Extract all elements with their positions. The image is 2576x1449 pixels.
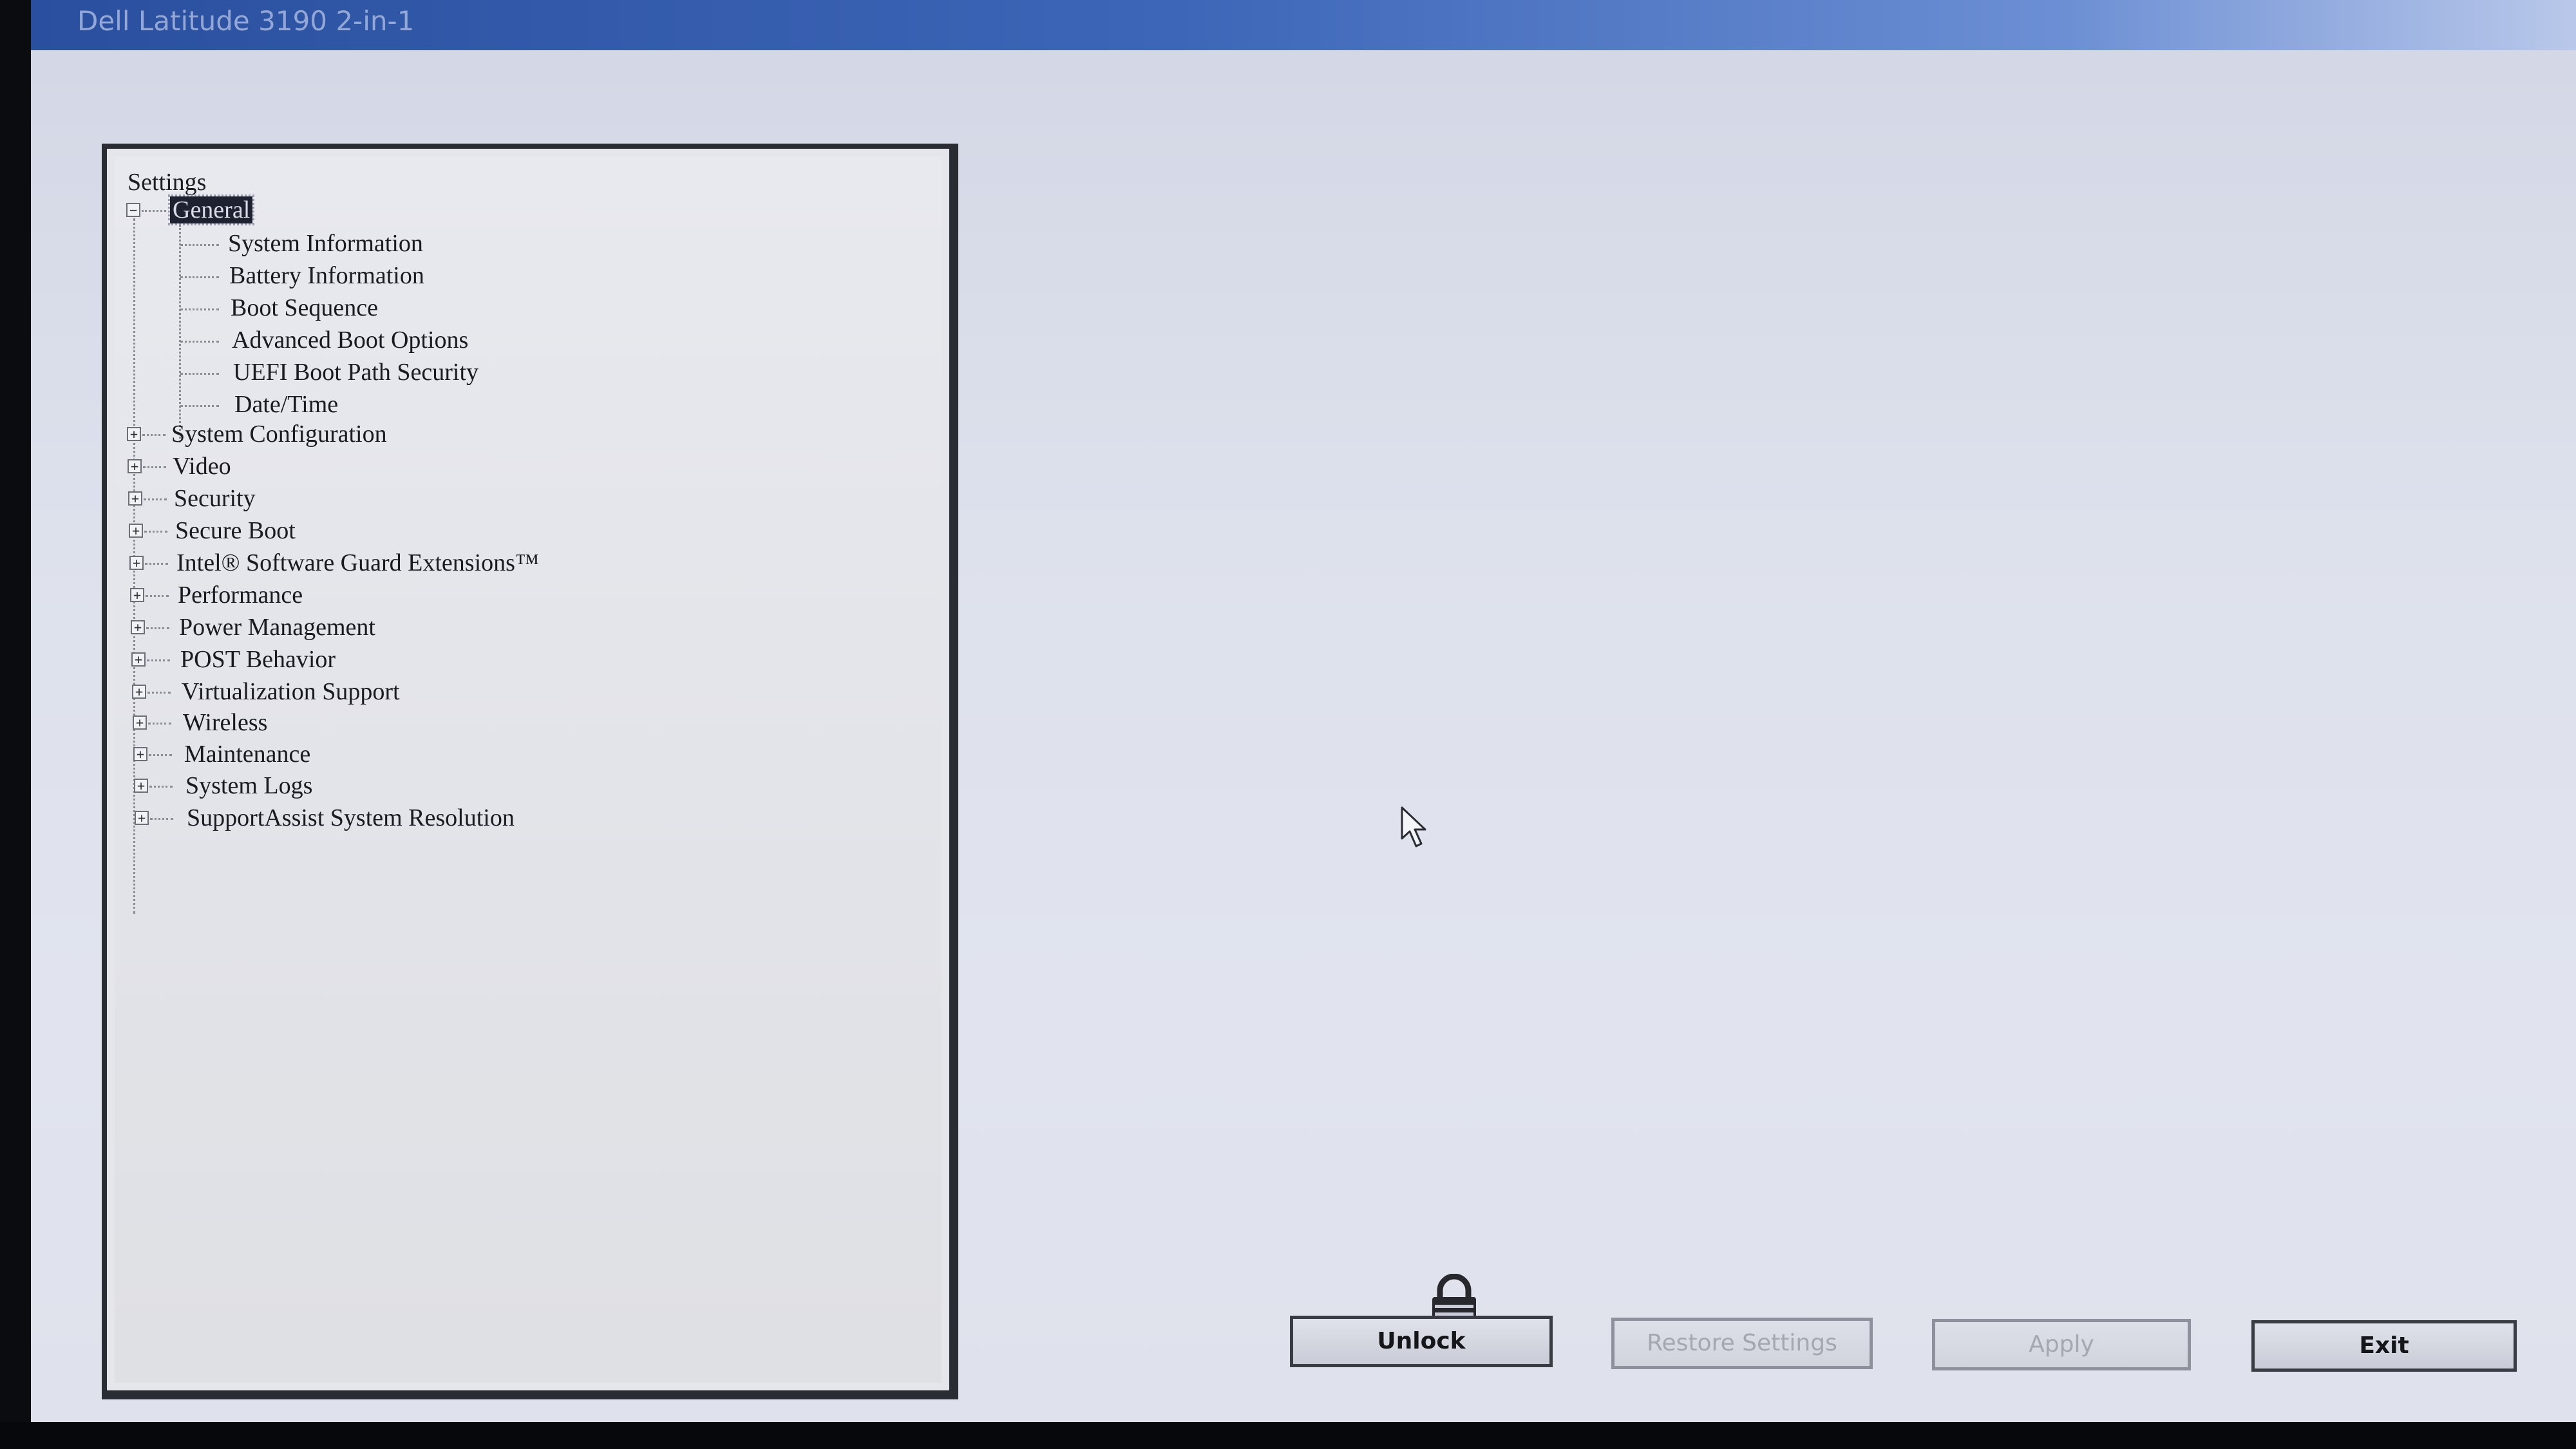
expand-intel-sgx-icon[interactable]: + (129, 556, 144, 570)
tree-item-virtualization-support[interactable]: Virtualization Support (182, 677, 400, 706)
tree-item-supportassist-system-resolution[interactable]: SupportAssist System Resolution (187, 803, 515, 833)
tree-item-wireless[interactable]: Wireless (183, 708, 267, 737)
tree-item-boot-sequence[interactable]: Boot Sequence (231, 293, 378, 323)
tree-item-power-management[interactable]: Power Management (179, 612, 375, 642)
tree-item-advanced-boot-options[interactable]: Advanced Boot Options (232, 325, 468, 355)
expand-video-icon[interactable]: + (128, 459, 142, 473)
collapse-general-icon[interactable]: − (126, 203, 140, 217)
expand-virtualization-support-icon[interactable]: + (132, 685, 146, 699)
title-bar: Dell Latitude 3190 2-in-1 (31, 0, 2576, 50)
screen-bezel (0, 1422, 2576, 1449)
expand-wireless-icon[interactable]: + (133, 715, 147, 730)
tree-item-system-information[interactable]: System Information (228, 229, 423, 258)
tree-root-label: Settings (128, 169, 207, 196)
tree-item-security[interactable]: Security (174, 484, 256, 513)
exit-button[interactable]: Exit (2251, 1320, 2517, 1372)
expand-supportassist-icon[interactable]: + (135, 811, 149, 825)
expand-security-icon[interactable]: + (128, 491, 142, 506)
tree-item-performance[interactable]: Performance (178, 580, 303, 610)
tree-item-battery-information[interactable]: Battery Information (229, 261, 424, 290)
apply-button[interactable]: Apply (1932, 1319, 2191, 1370)
unlock-button[interactable]: Unlock (1290, 1316, 1553, 1367)
window-title: Dell Latitude 3190 2-in-1 (77, 5, 415, 37)
tree-item-maintenance[interactable]: Maintenance (184, 739, 310, 769)
expand-post-behavior-icon[interactable]: + (131, 652, 146, 667)
tree-item-date-time[interactable]: Date/Time (234, 390, 338, 419)
tree-item-secure-boot[interactable]: Secure Boot (175, 516, 296, 545)
expand-system-configuration-icon[interactable]: + (127, 427, 141, 441)
tree-item-system-logs[interactable]: System Logs (185, 771, 312, 800)
restore-settings-button[interactable]: Restore Settings (1611, 1318, 1873, 1369)
expand-performance-icon[interactable]: + (130, 588, 144, 602)
tree-item-uefi-boot-path-security[interactable]: UEFI Boot Path Security (233, 357, 478, 387)
tree-node-general[interactable]: General (167, 194, 255, 225)
expand-secure-boot-icon[interactable]: + (129, 524, 143, 538)
mouse-pointer-icon (1401, 806, 1426, 848)
tree-item-video[interactable]: Video (173, 451, 231, 481)
bios-screen: Dell Latitude 3190 2-in-1 Settings − Gen… (0, 0, 2576, 1449)
expand-maintenance-icon[interactable]: + (133, 747, 147, 761)
expand-system-logs-icon[interactable]: + (134, 779, 148, 793)
expand-power-management-icon[interactable]: + (131, 620, 145, 634)
workspace: Settings − General System Information Ba… (31, 50, 2576, 1422)
tree-item-system-configuration[interactable]: System Configuration (171, 419, 387, 449)
tree-node-general-label: General (167, 194, 255, 225)
tree-item-post-behavior[interactable]: POST Behavior (180, 645, 336, 674)
settings-tree-panel[interactable]: Settings − General System Information Ba… (102, 144, 958, 1399)
tree-item-intel-sgx[interactable]: Intel® Software Guard Extensions™ (176, 548, 539, 578)
settings-tree: Settings − General System Information Ba… (115, 156, 942, 1383)
